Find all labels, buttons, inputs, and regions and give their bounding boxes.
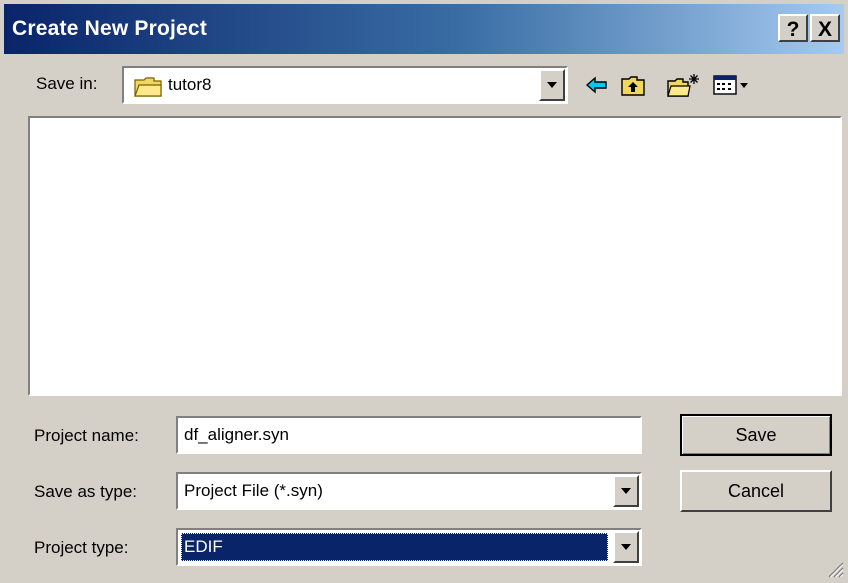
folder-icon (134, 75, 162, 102)
save-in-label: Save in: (36, 74, 98, 93)
save-in-value: tutor8 (168, 75, 212, 94)
project-name-label: Project name: (34, 426, 139, 445)
project-type-value: EDIF (184, 537, 223, 556)
chevron-down-icon (621, 488, 631, 494)
back-arrow-icon[interactable] (584, 72, 610, 98)
save-as-type-label: Save as type: (34, 482, 138, 501)
project-type-label: Project type: (34, 538, 129, 557)
close-button[interactable]: X (810, 14, 840, 42)
new-folder-icon[interactable] (666, 72, 700, 98)
project-name-input[interactable]: df_aligner.syn (176, 416, 642, 454)
dialog-title: Create New Project (12, 17, 208, 40)
chevron-down-icon (547, 82, 557, 88)
create-project-dialog: Create New Project ? X Save in: tutor8 P… (0, 0, 848, 582)
save-in-dropdown-button[interactable] (539, 69, 565, 101)
project-type-combo[interactable]: EDIF (176, 528, 642, 566)
save-in-combo[interactable]: tutor8 (122, 66, 568, 104)
project-type-dropdown-button[interactable] (613, 531, 639, 563)
resize-grip-icon[interactable] (824, 558, 844, 578)
save-as-type-value: Project File (*.syn) (184, 481, 323, 500)
help-button[interactable]: ? (778, 14, 808, 42)
save-as-type-dropdown-button[interactable] (613, 475, 639, 507)
project-name-value: df_aligner.syn (184, 425, 289, 444)
cancel-button[interactable]: Cancel (680, 470, 832, 512)
file-list[interactable] (28, 116, 842, 396)
chevron-down-icon (621, 544, 631, 550)
save-as-type-combo[interactable]: Project File (*.syn) (176, 472, 642, 510)
view-menu-icon[interactable] (712, 72, 752, 98)
selection-highlight (181, 533, 608, 561)
title-bar[interactable]: Create New Project ? X (4, 4, 844, 54)
save-button[interactable]: Save (680, 414, 832, 456)
up-one-level-icon[interactable] (620, 72, 646, 98)
